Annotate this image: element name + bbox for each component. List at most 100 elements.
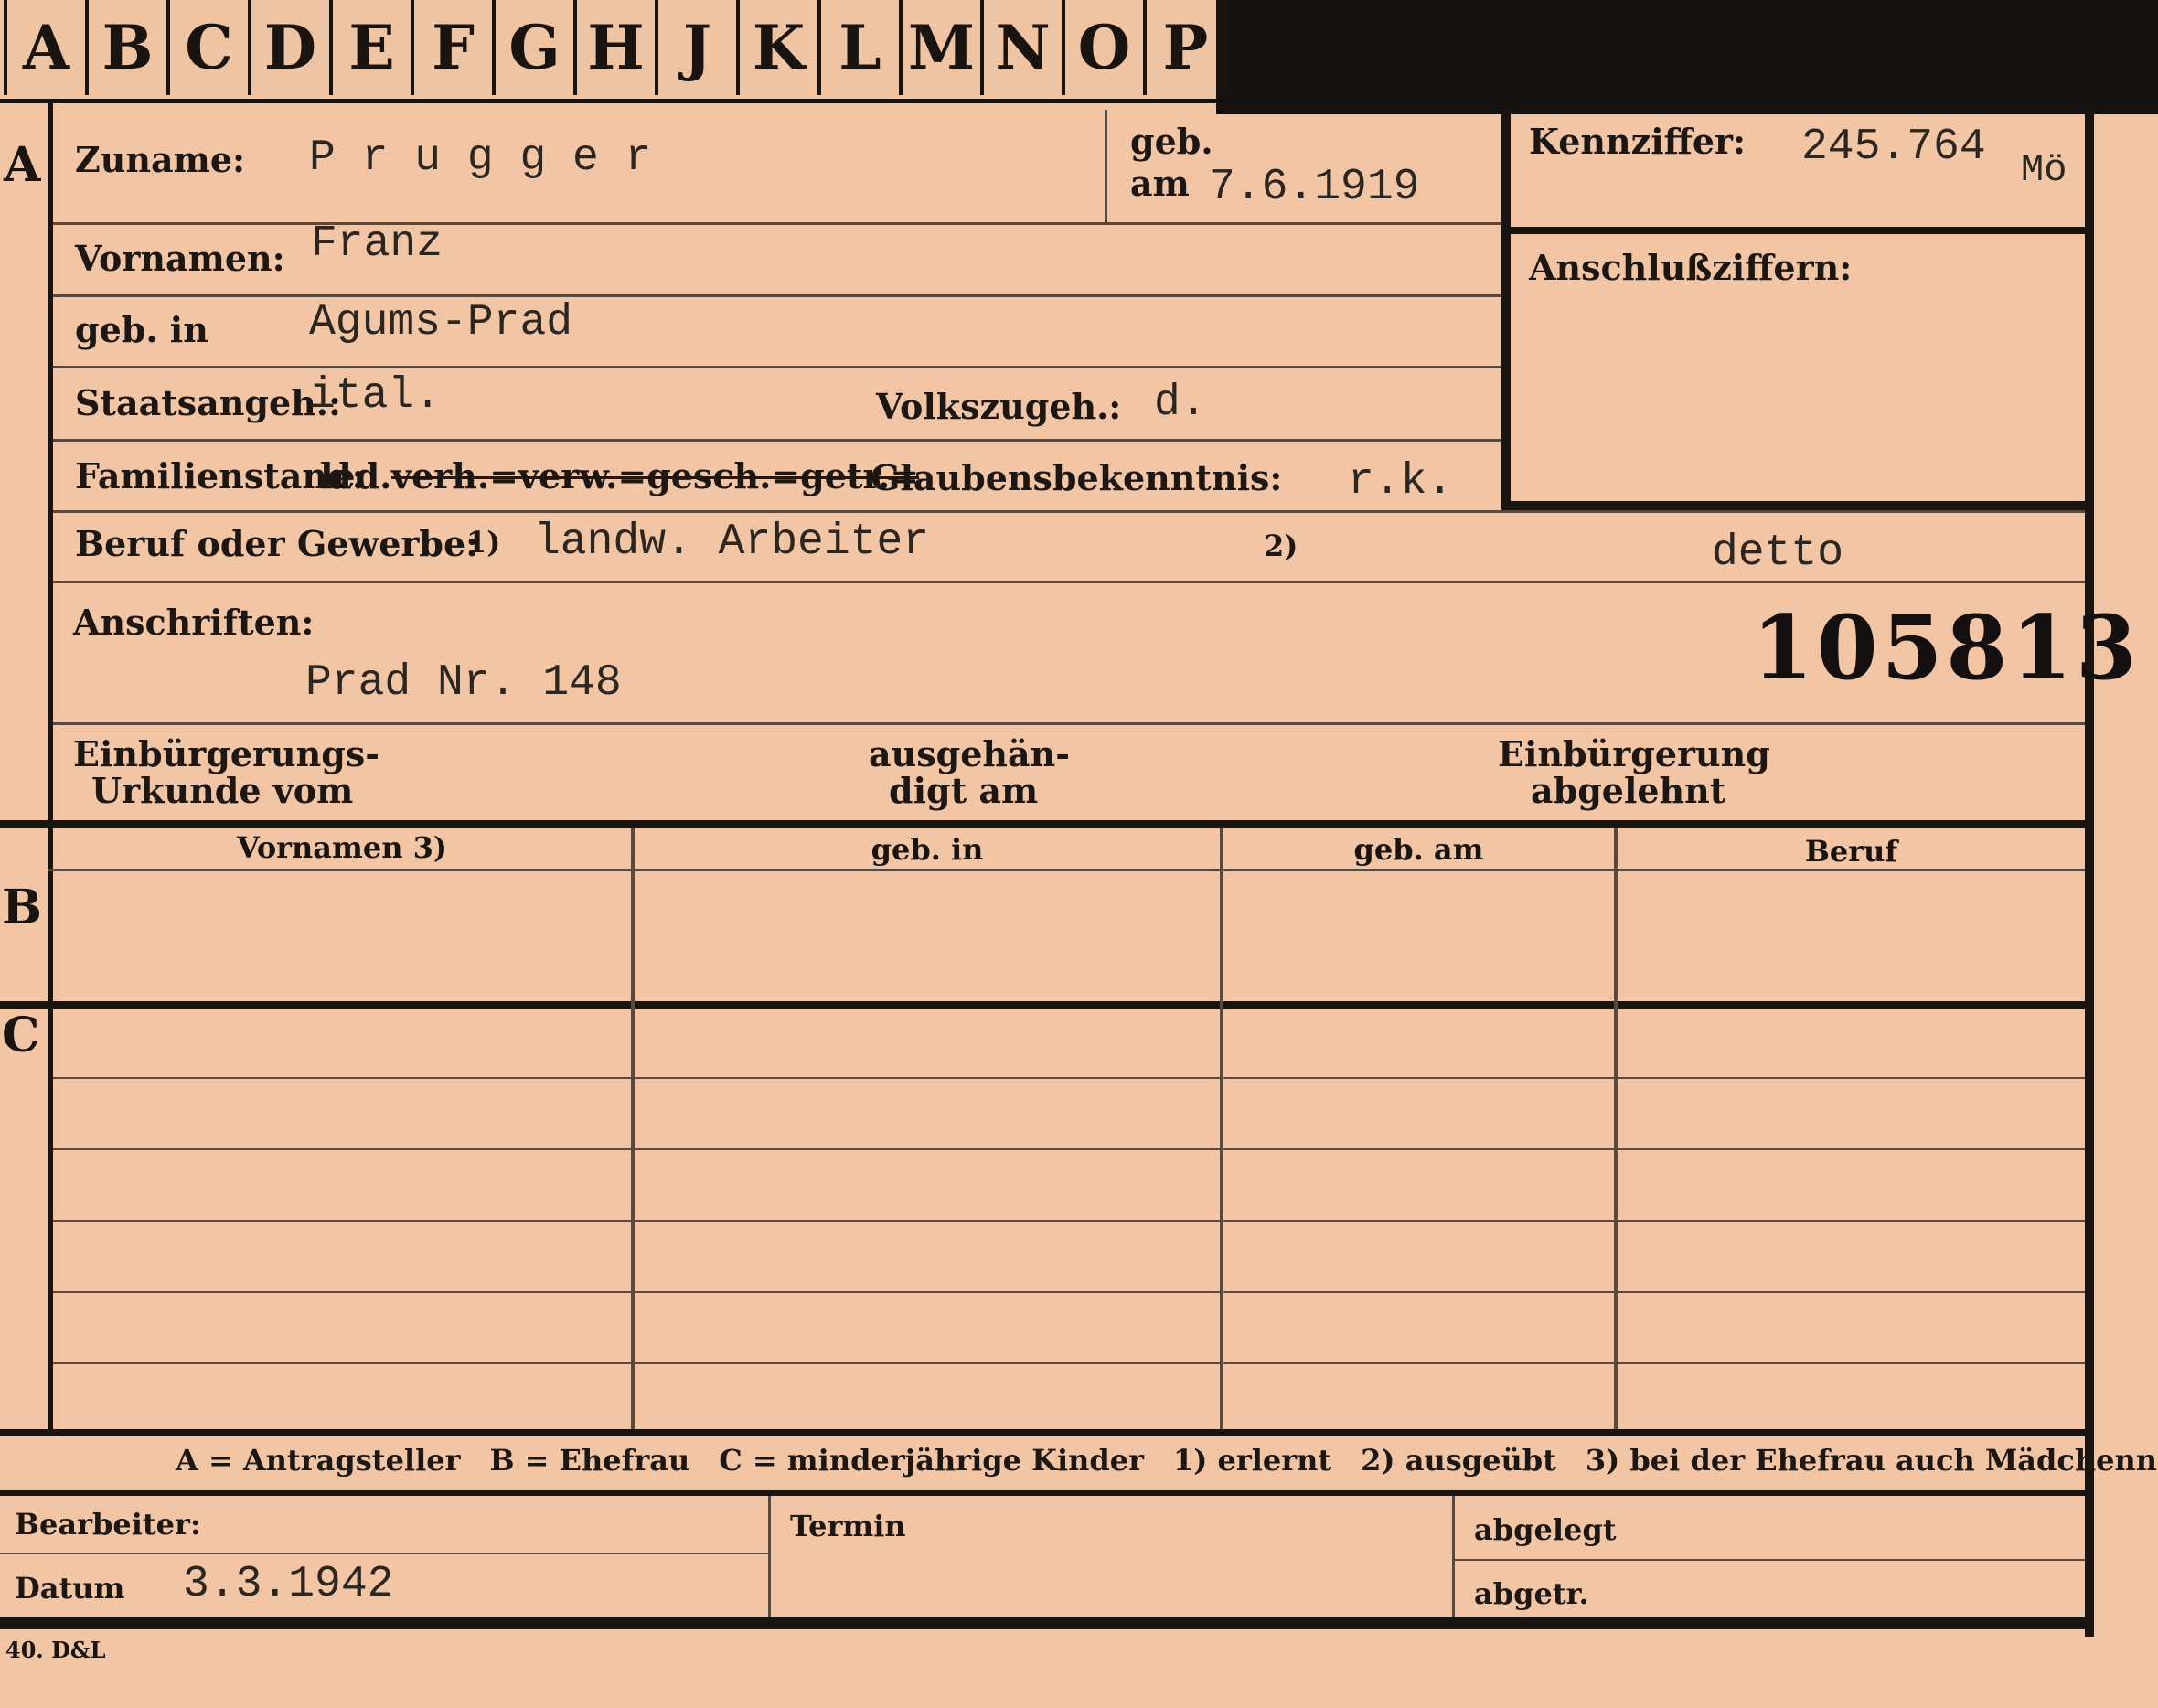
rule bbox=[53, 1148, 2085, 1150]
staatsangeh-value: ital. bbox=[309, 371, 442, 421]
legend-note-3: 3) bei der Ehefrau auch Mädchenname bbox=[1585, 1443, 2158, 1478]
rule-col bbox=[1220, 828, 1223, 1432]
rule bbox=[53, 722, 2085, 725]
rule-right-outer bbox=[2085, 110, 2094, 1637]
geb-in-value: Agums-Prad bbox=[309, 298, 573, 347]
geb-label: geb. bbox=[1130, 121, 1213, 162]
einb-abgelehnt-line1: Einbürgerung bbox=[1498, 733, 1770, 774]
index-tab[interactable]: H bbox=[577, 0, 658, 95]
index-tab[interactable]: G bbox=[496, 0, 577, 95]
datum-label: Datum bbox=[15, 1571, 125, 1606]
rule-footer-top bbox=[0, 1490, 2094, 1496]
rule-footer-bottom bbox=[0, 1617, 2094, 1629]
rule-legend-top bbox=[0, 1429, 2094, 1436]
rule bbox=[1105, 110, 1107, 222]
kennziffer-suffix: Mö bbox=[2021, 148, 2067, 192]
index-tab[interactable]: D bbox=[251, 0, 333, 95]
zuname-label: Zuname: bbox=[75, 139, 246, 180]
rule bbox=[53, 294, 1501, 297]
rule-kennziffer-bottom bbox=[1511, 227, 2092, 234]
rule-col bbox=[631, 828, 635, 1432]
familienstand-struck: verh.=verw.=gesch.=getr.= bbox=[391, 455, 920, 496]
index-tab[interactable]: F bbox=[414, 0, 496, 95]
rule-section-b-top bbox=[0, 820, 2094, 828]
rule bbox=[53, 1291, 2085, 1293]
index-tab[interactable]: B bbox=[89, 0, 170, 95]
geb-in-label: geb. in bbox=[75, 309, 208, 350]
index-tab[interactable]: N bbox=[984, 0, 1065, 95]
rule-left-inner bbox=[48, 103, 53, 1429]
index-tab[interactable]: K bbox=[740, 0, 821, 95]
datum-value: 3.3.1942 bbox=[183, 1560, 394, 1609]
rule-top bbox=[0, 99, 1216, 103]
rule bbox=[53, 1077, 2085, 1079]
bearbeiter-label: Bearbeiter: bbox=[15, 1507, 201, 1542]
rule bbox=[1452, 1496, 1455, 1617]
rule bbox=[1455, 1559, 2085, 1561]
section-a-letter: A bbox=[4, 137, 41, 193]
legend-a: A = Antragsteller bbox=[176, 1443, 461, 1478]
termin-label: Termin bbox=[790, 1509, 906, 1543]
index-tab[interactable]: L bbox=[821, 0, 903, 95]
rule bbox=[48, 869, 2085, 871]
abgelegt-label: abgelegt bbox=[1474, 1512, 1617, 1547]
kennziffer-label: Kennziffer: bbox=[1529, 121, 1747, 162]
am-label: am bbox=[1130, 163, 1190, 204]
col-header-vornamen: Vornamen 3) bbox=[236, 830, 448, 865]
geb-am-value: 7.6.1919 bbox=[1209, 163, 1420, 212]
anschriften-label: Anschriften: bbox=[73, 602, 315, 643]
anschluss-label: Anschlußziffern: bbox=[1529, 247, 1853, 288]
index-tab[interactable]: A bbox=[4, 0, 89, 95]
section-c-letter: C bbox=[2, 1008, 40, 1063]
beruf-label: Beruf oder Gewerbe: bbox=[75, 523, 479, 564]
anschrift-value: Prad Nr. 148 bbox=[305, 658, 622, 708]
rule-col bbox=[1614, 828, 1618, 1432]
top-dark-edge bbox=[1216, 0, 2158, 114]
index-tab[interactable]: M bbox=[903, 0, 984, 95]
rule bbox=[53, 510, 2085, 513]
col-header-geb-am: geb. am bbox=[1353, 832, 1484, 867]
beruf-note-2: 2) bbox=[1264, 528, 1298, 563]
rule-anschluss-bottom bbox=[1511, 501, 2092, 510]
rule-kennziffer-left bbox=[1501, 110, 1511, 512]
index-tab[interactable]: C bbox=[170, 0, 251, 95]
rule bbox=[53, 1220, 2085, 1222]
beruf-note-1: 1) bbox=[466, 525, 501, 560]
index-tab[interactable]: J bbox=[658, 0, 740, 95]
abgetr-label: abgetr. bbox=[1474, 1576, 1589, 1611]
einb-urkunde-line1: Einbürgerungs- bbox=[73, 733, 380, 774]
rule bbox=[0, 1553, 768, 1554]
volkszugeh-label: Volkszugeh.: bbox=[876, 386, 1122, 427]
ausgehaendigt-line2: digt am bbox=[889, 770, 1039, 811]
rule bbox=[53, 366, 1501, 368]
legend-note-2: 2) ausgeübt bbox=[1361, 1443, 1556, 1478]
index-tab[interactable]: E bbox=[333, 0, 414, 95]
rule-section-c-top bbox=[0, 1001, 2094, 1009]
legend-c: C = minderjährige Kinder bbox=[719, 1443, 1144, 1478]
legend-b: B = Ehefrau bbox=[489, 1443, 690, 1478]
volkszugeh-value: d. bbox=[1154, 379, 1207, 428]
staatsangeh-label: Staatsangeh.: bbox=[75, 382, 342, 423]
form-code: 40. D&L bbox=[5, 1637, 106, 1663]
index-tab[interactable]: O bbox=[1065, 0, 1147, 95]
index-tabs: A B C D E F G H J K L M N O P bbox=[4, 0, 1228, 99]
beruf-value-2: detto bbox=[1712, 528, 1844, 578]
familienstand-option: led. bbox=[320, 455, 392, 496]
index-tab[interactable]: P bbox=[1147, 0, 1228, 95]
einb-abgelehnt-line2: abgelehnt bbox=[1531, 770, 1726, 811]
col-header-geb-in: geb. in bbox=[871, 832, 984, 867]
col-header-beruf: Beruf bbox=[1804, 834, 1898, 869]
kennziffer-value: 245.764 bbox=[1801, 123, 1986, 172]
zuname-value: P r u g g e r bbox=[309, 133, 652, 183]
glaubens-label: Glaubensbekenntnis: bbox=[871, 457, 1283, 498]
legend-note-1: 1) erlernt bbox=[1172, 1443, 1332, 1478]
glaubens-value: r.k. bbox=[1348, 457, 1454, 507]
beruf-value-1: landw. Arbeiter bbox=[534, 518, 930, 567]
vornamen-value: Franz bbox=[311, 219, 443, 269]
rule bbox=[53, 1362, 2085, 1364]
legend: A = Antragsteller B = Ehefrau C = minderjä… bbox=[176, 1443, 2158, 1478]
rule bbox=[53, 222, 1501, 225]
einb-urkunde-line2: Urkunde vom bbox=[91, 770, 354, 811]
section-b-letter: B bbox=[2, 880, 42, 935]
rule bbox=[768, 1496, 771, 1617]
